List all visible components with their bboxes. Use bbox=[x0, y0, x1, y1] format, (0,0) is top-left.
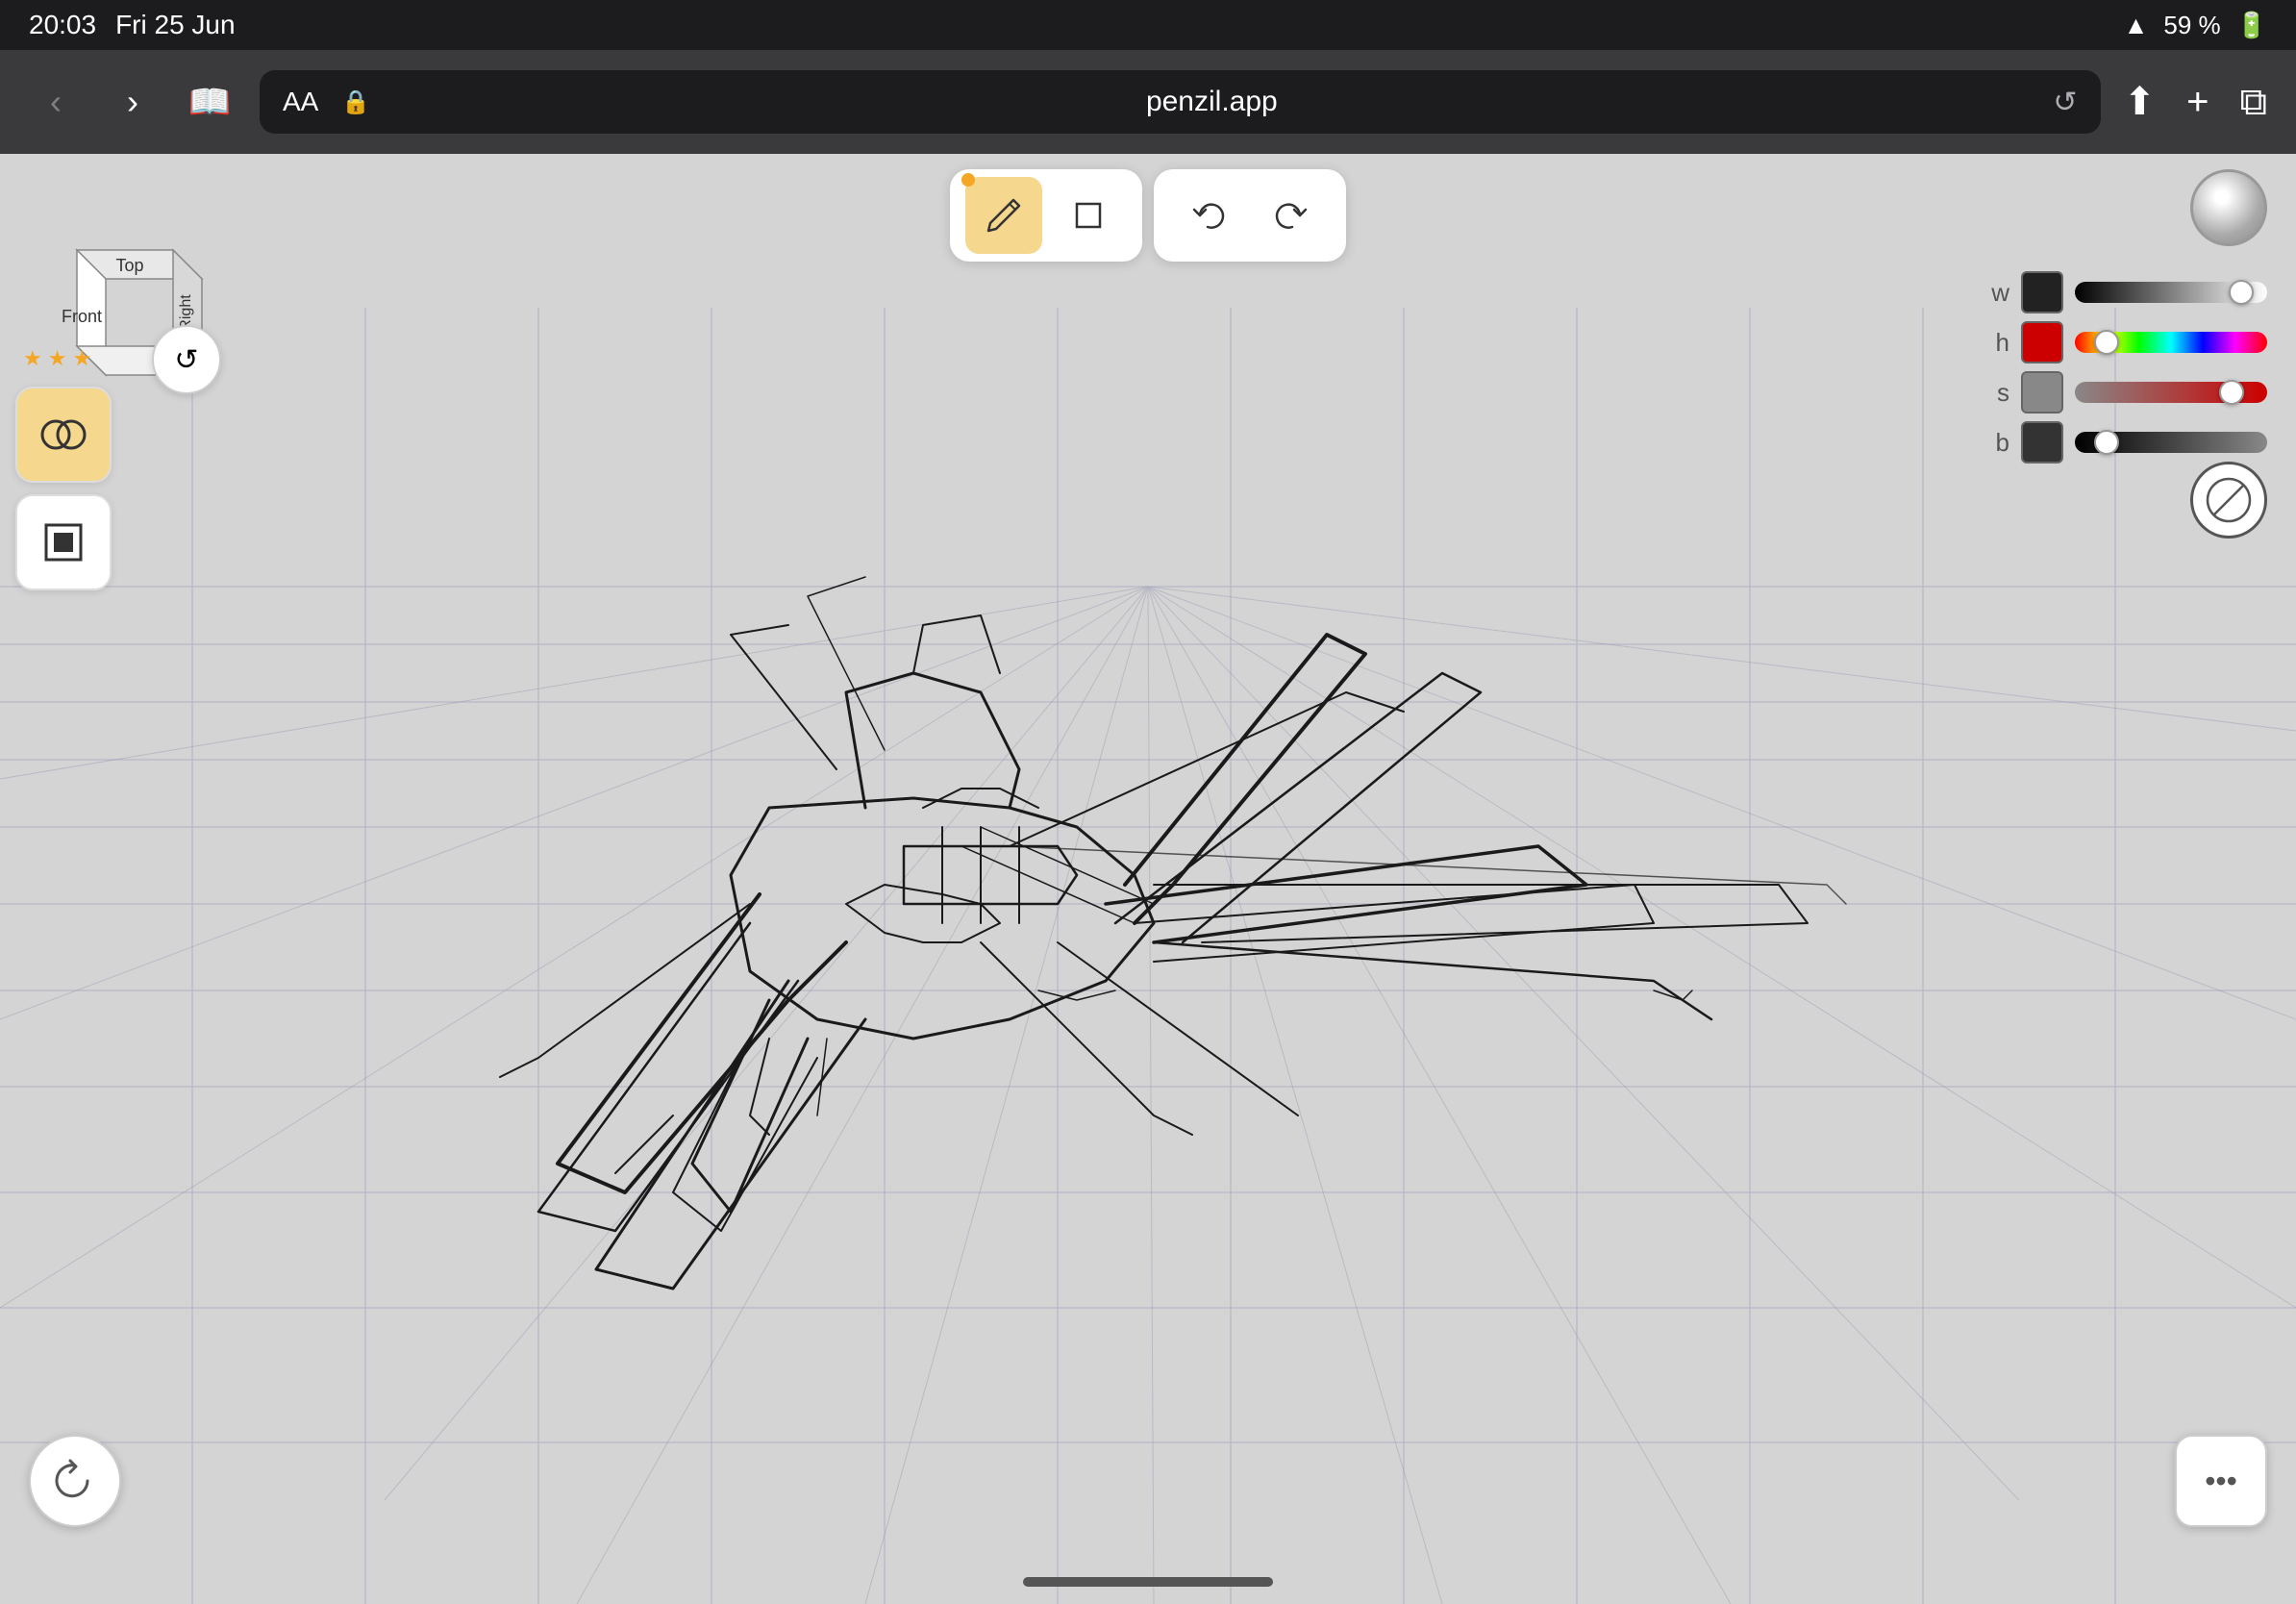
battery: 59 % bbox=[2163, 11, 2220, 40]
time: 20:03 bbox=[29, 10, 96, 40]
color-picker-circle[interactable] bbox=[2190, 169, 2267, 246]
h-track[interactable] bbox=[2075, 332, 2267, 353]
w-label: w bbox=[1986, 278, 2009, 308]
redo-button[interactable] bbox=[1254, 177, 1331, 254]
s-thumb[interactable] bbox=[2219, 380, 2244, 405]
b-label: b bbox=[1986, 428, 2009, 458]
draw-tools-group bbox=[950, 169, 1142, 262]
more-dots: ••• bbox=[2205, 1464, 2237, 1499]
frame-icon bbox=[37, 515, 90, 569]
stars-indicator: ★ ★ ★ bbox=[15, 346, 112, 371]
home-indicator bbox=[1023, 1577, 1273, 1587]
s-track[interactable] bbox=[2075, 382, 2267, 403]
pen-icon bbox=[983, 194, 1025, 237]
wifi-icon: ▲ bbox=[2124, 11, 2149, 40]
cube-reset-button[interactable]: ↺ bbox=[152, 325, 221, 394]
w-track[interactable] bbox=[2075, 282, 2267, 303]
frame-tool-button[interactable] bbox=[15, 494, 112, 590]
b-slider-row: b bbox=[1986, 421, 2267, 464]
address-bar[interactable]: AA 🔒 penzil.app ↺ bbox=[260, 70, 2101, 134]
browser-actions: ⬆ + ⧉ bbox=[2124, 80, 2267, 124]
slash-circle-button[interactable] bbox=[2190, 462, 2267, 539]
left-panel: ★ ★ ★ bbox=[15, 346, 112, 590]
draw-tool-button[interactable] bbox=[965, 177, 1042, 254]
svg-text:Front: Front bbox=[62, 307, 102, 326]
draw-tool-wrap bbox=[965, 177, 1042, 254]
slash-icon bbox=[2205, 476, 2253, 524]
date: Fri 25 Jun bbox=[115, 10, 236, 40]
bottom-reset-button[interactable] bbox=[29, 1435, 121, 1527]
share-button[interactable]: ⬆ bbox=[2124, 80, 2157, 124]
w-slider-row: w bbox=[1986, 271, 2267, 313]
s-slider-row: s bbox=[1986, 371, 2267, 414]
top-toolbar bbox=[950, 169, 1346, 262]
grid-background bbox=[0, 154, 2296, 1604]
undo-icon bbox=[1186, 194, 1229, 237]
browser-bar: ‹ › 📖 AA 🔒 penzil.app ↺ ⬆ + ⧉ bbox=[0, 50, 2296, 154]
h-thumb[interactable] bbox=[2094, 330, 2119, 355]
more-button[interactable]: ••• bbox=[2175, 1435, 2267, 1527]
b-track[interactable] bbox=[2075, 432, 2267, 453]
star-2: ★ bbox=[48, 346, 67, 371]
bookmark-button[interactable]: 📖 bbox=[183, 75, 237, 129]
h-swatch bbox=[2021, 321, 2063, 363]
undo-button[interactable] bbox=[1169, 177, 1246, 254]
s-label: s bbox=[1986, 378, 2009, 408]
url-text: penzil.app bbox=[386, 86, 2037, 118]
back-button[interactable]: ‹ bbox=[29, 75, 83, 129]
color-panel: w h s bbox=[1986, 169, 2267, 471]
s-swatch bbox=[2021, 371, 2063, 414]
redo-icon bbox=[1271, 194, 1313, 237]
reset-icon bbox=[49, 1455, 101, 1507]
w-swatch bbox=[2021, 271, 2063, 313]
status-bar: 20:03 Fri 25 Jun ▲ 59 % 🔋 bbox=[0, 0, 2296, 50]
status-right: ▲ 59 % 🔋 bbox=[2124, 11, 2267, 40]
b-swatch bbox=[2021, 421, 2063, 464]
star-1: ★ bbox=[23, 346, 42, 371]
undo-redo-group bbox=[1154, 169, 1346, 262]
svg-text:Top: Top bbox=[115, 256, 143, 275]
h-label: h bbox=[1986, 328, 2009, 358]
new-tab-button[interactable]: + bbox=[2186, 81, 2209, 124]
sliders-area: w h s bbox=[1986, 271, 2267, 471]
shape-tool-button[interactable] bbox=[1050, 177, 1127, 254]
canvas-area[interactable]: Top Front Right ↺ bbox=[0, 154, 2296, 1604]
reload-icon[interactable]: ↺ bbox=[2053, 86, 2077, 119]
forward-button[interactable]: › bbox=[106, 75, 160, 129]
star-3: ★ bbox=[72, 346, 91, 371]
b-thumb[interactable] bbox=[2094, 430, 2119, 455]
active-indicator bbox=[961, 173, 975, 187]
shape-icon bbox=[1067, 194, 1110, 237]
tabs-button[interactable]: ⧉ bbox=[2239, 81, 2267, 124]
brush-icon bbox=[37, 408, 90, 462]
status-left: 20:03 Fri 25 Jun bbox=[29, 10, 236, 40]
h-slider-row: h bbox=[1986, 321, 2267, 363]
brush-tool-button[interactable] bbox=[15, 387, 112, 483]
aa-label[interactable]: AA bbox=[283, 87, 318, 117]
battery-icon: 🔋 bbox=[2236, 11, 2267, 40]
w-thumb[interactable] bbox=[2229, 280, 2254, 305]
lock-icon: 🔒 bbox=[341, 88, 370, 116]
